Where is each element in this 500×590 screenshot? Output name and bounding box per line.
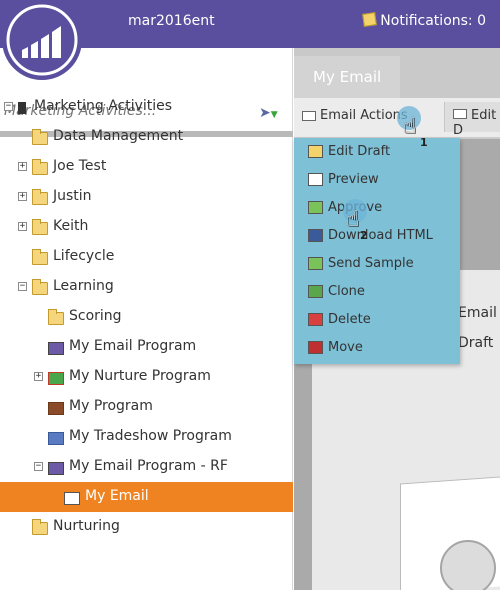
menu-item-label: Move xyxy=(328,340,363,355)
menu-item-label: Edit Draft xyxy=(328,144,391,159)
approve-icon xyxy=(308,201,323,214)
collapse-icon[interactable]: − xyxy=(18,282,27,291)
expand-icon[interactable]: + xyxy=(18,162,27,171)
tree-node-label: Marketing Activities xyxy=(34,98,173,114)
globe-icon xyxy=(440,540,496,590)
tree-node-label: Learning xyxy=(53,278,114,294)
folder-icon xyxy=(32,279,48,295)
tree-node[interactable]: Data Management xyxy=(0,122,293,152)
menu-item-label: Preview xyxy=(328,172,379,187)
tree-node-label: My Email Program xyxy=(69,338,197,354)
menu-item-label: Send Sample xyxy=(328,256,414,271)
folder-icon xyxy=(32,219,48,235)
pointer-hand-icon: ☝ xyxy=(403,114,417,139)
tree-node[interactable]: + Joe Test xyxy=(0,152,293,182)
menu-item-label: Download HTML xyxy=(328,228,433,243)
tree-node-label: Lifecycle xyxy=(53,248,115,264)
email-program-icon xyxy=(48,342,64,355)
email-actions-menu: Edit Draft Preview Approve Download HTML Sen… xyxy=(294,138,460,364)
tree-node[interactable]: − My Email Program - RF xyxy=(0,452,293,482)
tree-node-label: My Email xyxy=(85,488,149,504)
tree-node[interactable]: + My Nurture Program xyxy=(0,362,293,392)
tree-node-label: Data Management xyxy=(53,128,184,144)
menu-item-label: Clone xyxy=(328,284,365,299)
tree-node[interactable]: Nurturing xyxy=(0,512,293,542)
tradeshow-program-icon xyxy=(48,432,64,445)
tree-node[interactable]: + Keith xyxy=(0,212,293,242)
preview-icon xyxy=(308,173,323,186)
tree-node[interactable]: My Email xyxy=(0,482,293,512)
tree-node-label: Keith xyxy=(53,218,89,234)
nurture-program-icon xyxy=(48,372,64,385)
pointer-hand-icon-2: ☝ xyxy=(346,207,360,232)
tree-node[interactable]: − Marketing Activities xyxy=(0,92,293,122)
tree-node-label: My Program xyxy=(69,398,153,414)
menu-item-move[interactable]: Move xyxy=(294,334,460,362)
email-actions-label: Email Actions xyxy=(320,108,408,123)
move-icon xyxy=(308,341,323,354)
step-1-label: 1 xyxy=(420,136,428,149)
folder-icon xyxy=(32,519,48,535)
marketing-activities-icon xyxy=(18,102,26,114)
edit-draft-icon xyxy=(308,145,323,158)
step-2-label: 2 xyxy=(360,229,368,242)
expand-icon[interactable]: + xyxy=(18,222,27,231)
menu-item-clone[interactable]: Clone xyxy=(294,278,460,306)
collapse-icon[interactable]: − xyxy=(34,462,43,471)
collapse-icon[interactable]: − xyxy=(4,102,13,111)
tree-node[interactable]: − Learning xyxy=(0,272,293,302)
tree-node[interactable]: Lifecycle xyxy=(0,242,293,272)
folder-icon xyxy=(32,159,48,175)
folder-icon xyxy=(48,309,64,325)
tree-node[interactable]: My Tradeshow Program xyxy=(0,422,293,452)
menu-item-delete[interactable]: Delete xyxy=(294,306,460,334)
edit-draft-toolbar-icon xyxy=(453,109,467,119)
expand-icon[interactable]: + xyxy=(18,192,27,201)
folder-icon xyxy=(32,189,48,205)
tree-node-label: Joe Test xyxy=(53,158,107,174)
menu-item-approve[interactable]: Approve xyxy=(294,194,460,222)
tree-node-label: Scoring xyxy=(69,308,122,324)
email-actions-button[interactable]: Email Actions xyxy=(302,108,408,123)
delete-icon xyxy=(308,313,323,326)
download-html-icon xyxy=(308,229,323,242)
folder-icon xyxy=(32,249,48,265)
menu-item-send-sample[interactable]: Send Sample xyxy=(294,250,460,278)
tree-node[interactable]: My Program xyxy=(0,392,293,422)
tree-node[interactable]: + Justin xyxy=(0,182,293,212)
workspace-name[interactable]: mar2016ent xyxy=(128,13,215,29)
clone-icon xyxy=(308,285,323,298)
notifications-label: Notifications: 0 xyxy=(380,13,486,29)
edit-draft-button[interactable]: Edit D xyxy=(444,102,500,138)
marketo-logo[interactable] xyxy=(2,0,82,80)
menu-item-label: Delete xyxy=(328,312,371,327)
tree-node-label: My Nurture Program xyxy=(69,368,211,384)
expand-icon[interactable]: + xyxy=(34,372,43,381)
tree-node-label: My Email Program - RF xyxy=(69,458,228,474)
menu-item-download-html[interactable]: Download HTML xyxy=(294,222,460,250)
tree-node-label: Justin xyxy=(53,188,92,204)
notification-icon xyxy=(362,12,378,27)
tree-node-label: Nurturing xyxy=(53,518,120,534)
email-program-icon xyxy=(48,462,64,475)
send-sample-icon xyxy=(308,257,323,270)
preview-snippet-draft: Draft xyxy=(458,335,494,351)
menu-item-edit-draft[interactable]: Edit Draft xyxy=(294,138,460,166)
folder-icon xyxy=(32,129,48,145)
preview-snippet-email: Email xyxy=(458,305,497,321)
menu-item-preview[interactable]: Preview xyxy=(294,166,460,194)
tree-node[interactable]: My Email Program xyxy=(0,332,293,362)
program-icon xyxy=(48,402,64,415)
notifications-link[interactable]: Notifications: 0 xyxy=(362,12,486,29)
email-actions-icon xyxy=(302,110,316,121)
tab-my-email[interactable]: My Email xyxy=(294,56,400,98)
tree-node[interactable]: Scoring xyxy=(0,302,293,332)
email-icon xyxy=(64,492,80,505)
tree-node-label: My Tradeshow Program xyxy=(69,428,232,444)
